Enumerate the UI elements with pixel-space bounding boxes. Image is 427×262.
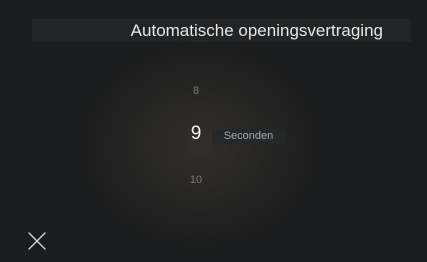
- close-button[interactable]: [26, 230, 48, 252]
- unit-label: Seconden: [212, 129, 285, 144]
- close-icon: [28, 232, 46, 250]
- picker-option-selected[interactable]: 9: [181, 123, 211, 145]
- settings-screen: Automatische openingsvertraging 8 9 Seco…: [0, 0, 427, 262]
- page-title: Automatische openingsvertraging: [130, 21, 383, 40]
- delay-picker[interactable]: 8 9 Seconden 10: [150, 74, 300, 194]
- picker-option-next[interactable]: 10: [181, 174, 211, 186]
- picker-option-previous[interactable]: 8: [181, 85, 211, 97]
